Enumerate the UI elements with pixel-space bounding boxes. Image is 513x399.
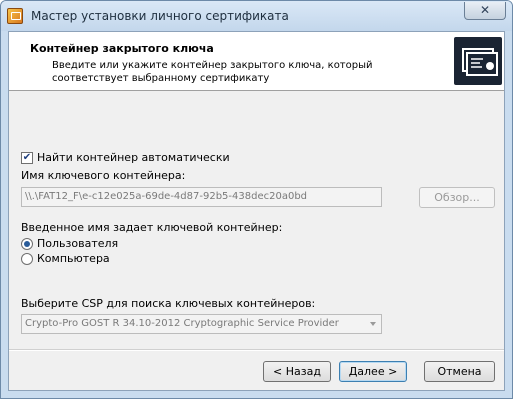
close-button[interactable]: ✕ <box>464 2 506 20</box>
auto-find-label[interactable]: Найти контейнер автоматически <box>37 151 230 164</box>
csp-label: Выберите CSP для поиска ключевых контейн… <box>21 297 316 310</box>
wizard-body: Контейнер закрытого ключа Введите или ук… <box>8 31 505 391</box>
radio-user[interactable] <box>21 238 33 250</box>
wizard-window: Мастер установки личного сертификата ✕ К… <box>0 0 513 399</box>
chevron-down-icon <box>370 322 376 326</box>
auto-find-checkbox[interactable]: ✔ <box>21 152 33 164</box>
browse-button[interactable]: Обзор... <box>419 187 495 208</box>
container-name-label: Имя ключевого контейнера: <box>21 169 186 182</box>
wizard-header: Контейнер закрытого ключа Введите или ук… <box>9 32 504 91</box>
footer-divider <box>9 349 504 351</box>
radio-computer[interactable] <box>21 253 33 265</box>
page-description: Введите или укажите контейнер закрытого … <box>52 60 373 84</box>
csp-selected-value: Crypto-Pro GOST R 34.10-2012 Cryptograph… <box>25 318 339 329</box>
container-name-field[interactable]: \\.\FAT12_F\e-c12e025a-69de-4d87-92b5-43… <box>21 187 382 207</box>
title-bar: Мастер установки личного сертификата ✕ <box>1 1 512 31</box>
back-button[interactable]: < Назад <box>263 361 331 382</box>
radio-user-label[interactable]: Пользователя <box>37 237 118 250</box>
next-button[interactable]: Далее > <box>339 361 407 382</box>
radio-computer-label[interactable]: Компьютера <box>37 252 110 265</box>
page-title: Контейнер закрытого ключа <box>30 42 214 55</box>
csp-dropdown[interactable]: Crypto-Pro GOST R 34.10-2012 Cryptograph… <box>21 314 382 334</box>
key-owner-label: Введенное имя задает ключевой контейнер: <box>21 221 283 234</box>
certificate-app-icon <box>7 8 23 24</box>
certificate-icon <box>454 37 502 85</box>
window-title: Мастер установки личного сертификата <box>31 9 289 23</box>
cancel-button[interactable]: Отмена <box>424 361 495 382</box>
